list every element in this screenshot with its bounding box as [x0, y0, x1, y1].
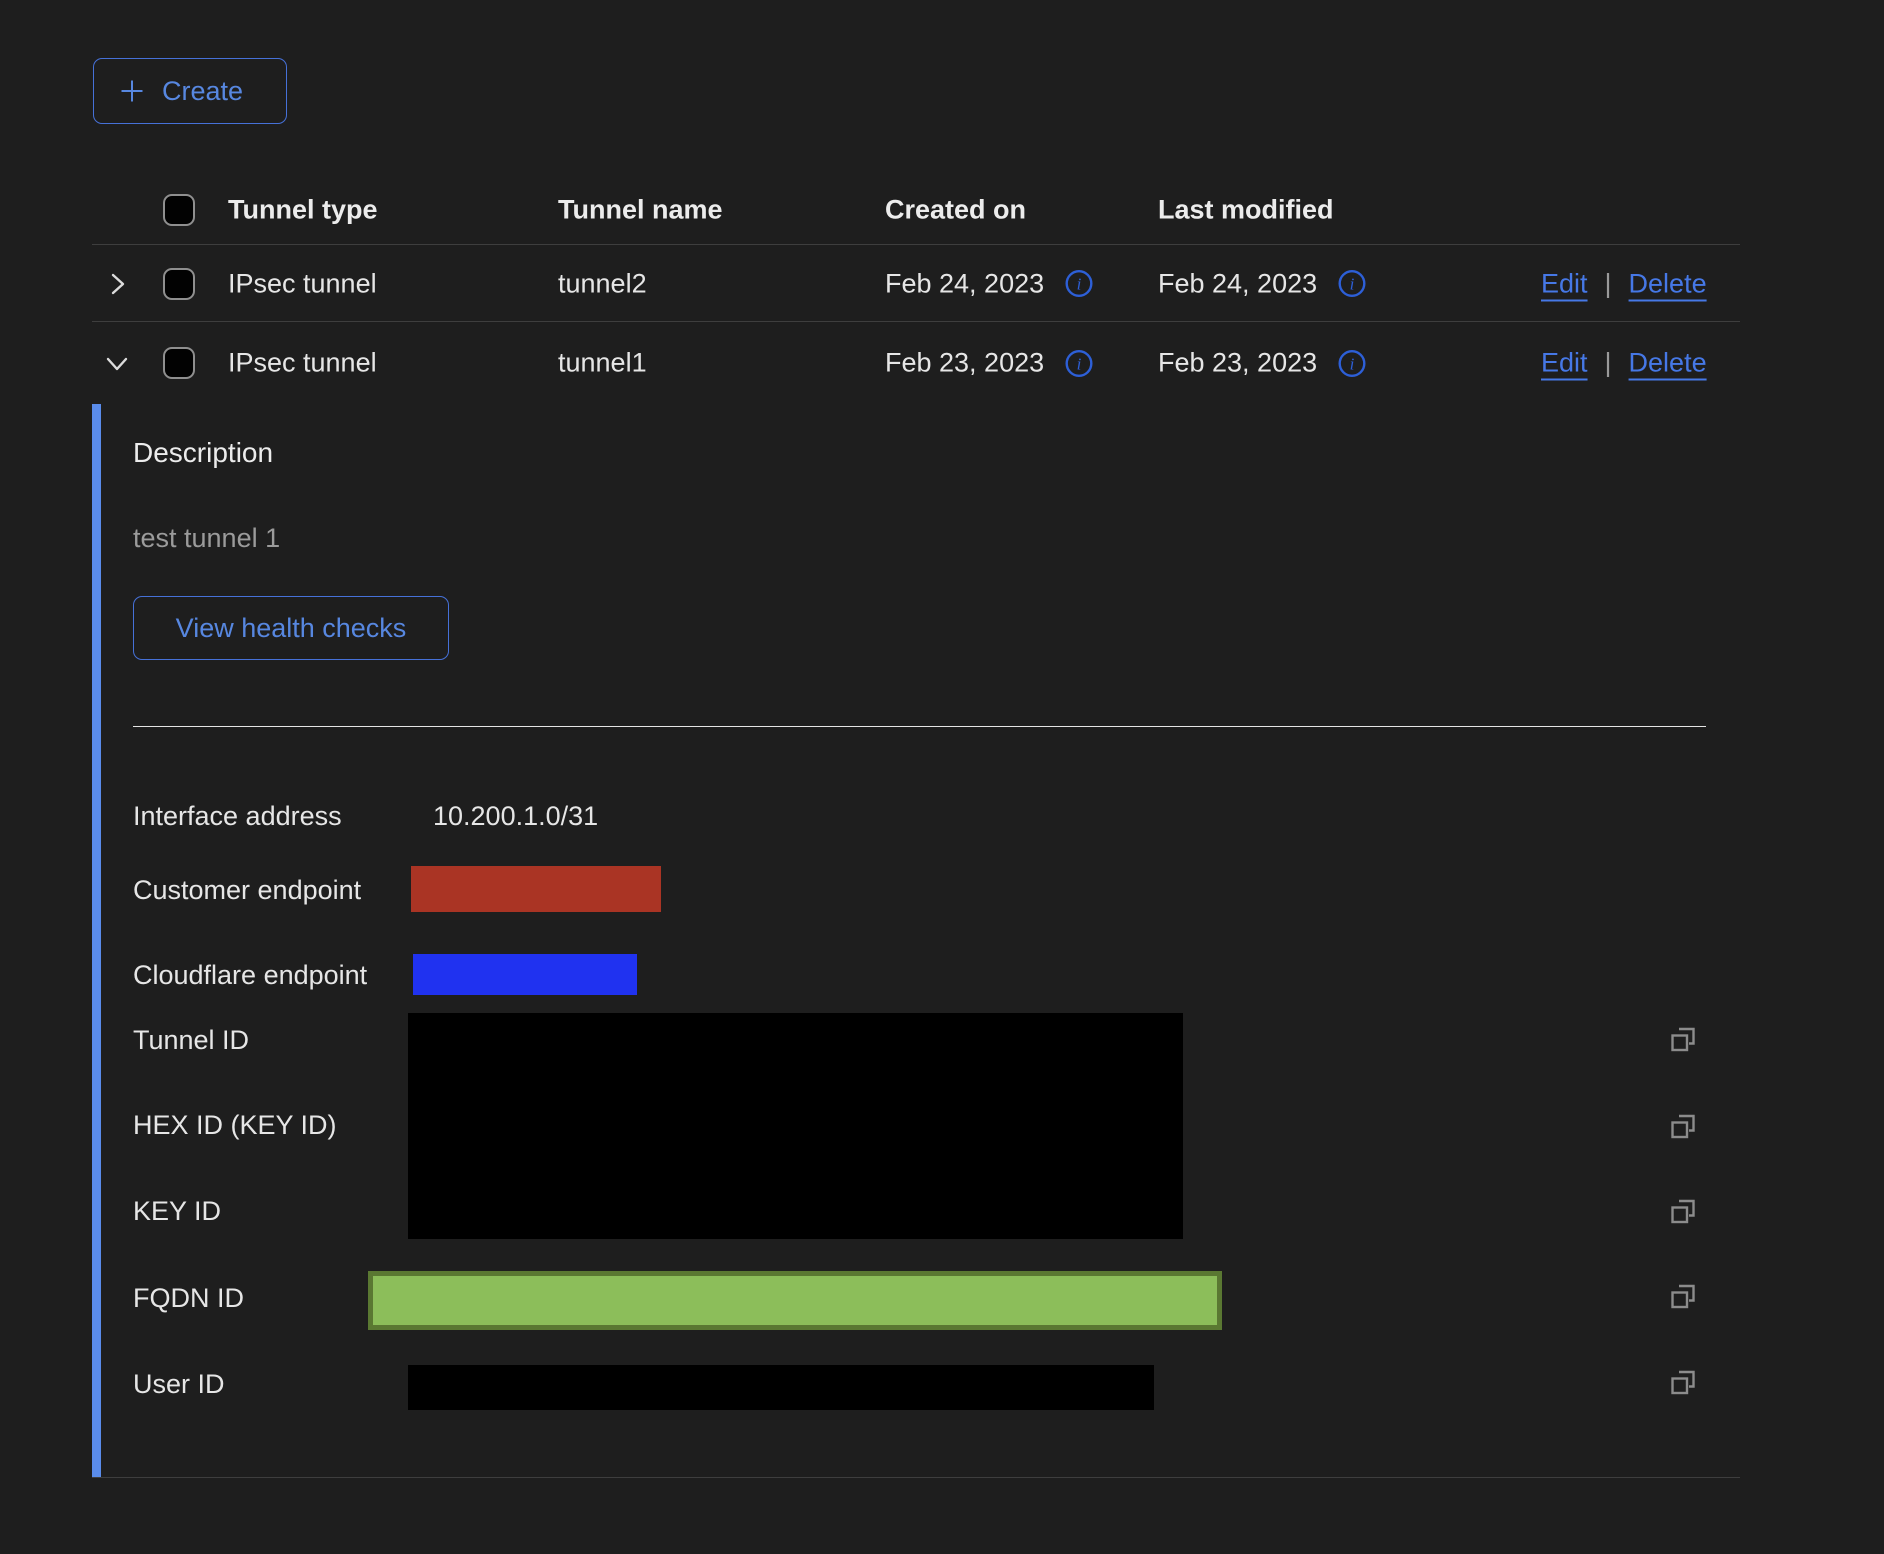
svg-text:i: i [1077, 354, 1082, 373]
row-actions: Edit | Delete [1541, 348, 1707, 379]
header-last-modified: Last modified [1158, 195, 1334, 226]
header-tunnel-name: Tunnel name [558, 195, 723, 226]
info-icon[interactable]: i [1337, 269, 1367, 299]
copy-icon[interactable] [1666, 1110, 1700, 1144]
created-on-cell: Feb 24, 2023 i [885, 268, 1094, 299]
tunnel-type-cell: IPsec tunnel [228, 348, 377, 379]
copy-icon[interactable] [1666, 1366, 1700, 1400]
created-on-cell: Feb 23, 2023 i [885, 348, 1094, 379]
last-modified-cell: Feb 24, 2023 i [1158, 268, 1367, 299]
svg-text:i: i [1350, 354, 1355, 373]
key-id-label: KEY ID [133, 1195, 221, 1228]
tunnel-type-cell: IPsec tunnel [228, 268, 377, 299]
view-health-checks-button[interactable]: View health checks [133, 596, 449, 660]
chevron-right-icon[interactable] [103, 270, 131, 298]
interface-address-label: Interface address [133, 800, 342, 833]
edit-link[interactable]: Edit [1541, 348, 1588, 379]
row-checkbox[interactable] [163, 268, 195, 300]
info-icon[interactable]: i [1064, 348, 1094, 378]
tunnel-name-cell: tunnel2 [558, 268, 647, 299]
row-actions: Edit | Delete [1541, 268, 1707, 299]
table-row-tunnel1: IPsec tunnel tunnel1 Feb 23, 2023 i Feb … [0, 322, 1884, 404]
user-id-label: User ID [133, 1368, 225, 1401]
customer-endpoint-label: Customer endpoint [133, 874, 361, 907]
tunnel-name-cell: tunnel1 [558, 348, 647, 379]
table-header: Tunnel type Tunnel name Created on Last … [0, 175, 1884, 245]
description-value: test tunnel 1 [133, 523, 280, 554]
row-checkbox[interactable] [163, 347, 195, 379]
cloudflare-endpoint-label: Cloudflare endpoint [133, 959, 367, 992]
chevron-down-icon[interactable] [103, 349, 131, 377]
fqdn-id-redaction [368, 1271, 1222, 1330]
header-created-on: Created on [885, 195, 1026, 226]
copy-icon[interactable] [1666, 1280, 1700, 1314]
info-icon[interactable]: i [1337, 348, 1367, 378]
select-all-checkbox[interactable] [163, 194, 195, 226]
created-date: Feb 23, 2023 [885, 348, 1044, 379]
tunnels-page: Create Tunnel type Tunnel name Created o… [0, 0, 1884, 1554]
copy-icon[interactable] [1666, 1195, 1700, 1229]
modified-date: Feb 23, 2023 [1158, 348, 1317, 379]
table-bottom-divider [92, 1477, 1740, 1478]
hex-id-label: HEX ID (KEY ID) [133, 1109, 337, 1142]
interface-address-value: 10.200.1.0/31 [433, 800, 598, 833]
table-row-tunnel2: IPsec tunnel tunnel2 Feb 24, 2023 i Feb … [0, 245, 1884, 322]
svg-text:i: i [1350, 275, 1355, 294]
edit-link[interactable]: Edit [1541, 268, 1588, 299]
delete-link[interactable]: Delete [1629, 348, 1707, 379]
customer-endpoint-redaction [411, 866, 661, 912]
description-label: Description [133, 437, 273, 469]
delete-link[interactable]: Delete [1629, 268, 1707, 299]
actions-separator: | [1605, 268, 1612, 299]
fqdn-id-label: FQDN ID [133, 1282, 244, 1315]
actions-separator: | [1605, 348, 1612, 379]
plus-icon [117, 76, 147, 106]
create-button-label: Create [162, 76, 243, 107]
tunnel-ids-redaction [408, 1013, 1183, 1239]
create-button[interactable]: Create [93, 58, 287, 124]
modified-date: Feb 24, 2023 [1158, 268, 1317, 299]
svg-text:i: i [1077, 275, 1082, 294]
panel-divider [133, 726, 1706, 727]
expanded-row-accent-bar [92, 404, 101, 1477]
created-date: Feb 24, 2023 [885, 268, 1044, 299]
info-icon[interactable]: i [1064, 269, 1094, 299]
cloudflare-endpoint-redaction [413, 954, 637, 995]
tunnel-id-label: Tunnel ID [133, 1024, 249, 1057]
copy-icon[interactable] [1666, 1023, 1700, 1057]
last-modified-cell: Feb 23, 2023 i [1158, 348, 1367, 379]
user-id-redaction [408, 1365, 1154, 1410]
header-tunnel-type: Tunnel type [228, 195, 378, 226]
